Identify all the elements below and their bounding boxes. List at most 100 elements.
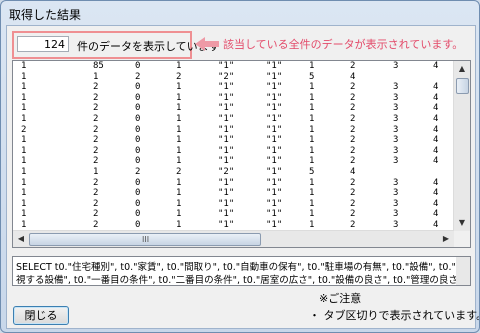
horizontal-scrollbar[interactable]: ◀ III ▶ — [13, 230, 454, 247]
table-cell: 1 — [176, 156, 182, 167]
table-cell: 1 — [21, 135, 27, 146]
table-cell: 0 — [135, 135, 141, 146]
table-cell: 0 — [135, 198, 141, 209]
results-dialog: 取得した結果 124 件のデータを表示しています 該当している全件のデータが表示… — [0, 0, 480, 333]
table-cell: 3 — [393, 103, 399, 114]
table-cell: 1 — [93, 166, 99, 177]
table-row[interactable]: 1 1 2 2 "2" "1" 5 4 — [13, 72, 453, 83]
table-cell: 1 — [176, 92, 182, 103]
table-cell: "1" — [266, 188, 283, 199]
table-cell: 3 — [393, 124, 399, 135]
table-cell: 2 — [350, 156, 356, 167]
table-cell: 3 — [393, 92, 399, 103]
table-cell: 2 — [176, 166, 182, 177]
table-cell: "1" — [218, 61, 235, 71]
table-row[interactable]: 1201"1""1"12344 — [13, 114, 453, 125]
table-row[interactable]: 1201"1""1"12344 — [13, 188, 453, 199]
table-cell: 0 — [135, 188, 141, 199]
notes-panel: ※ご注意 ・ タブ区切りで表示されています。 — [307, 289, 479, 323]
table-cell: 4 — [433, 103, 439, 114]
table-cell: 1 — [21, 156, 27, 167]
table-cell: 3 — [393, 177, 399, 188]
table-cell: 2 — [21, 124, 27, 135]
table-row[interactable]: 1201"1""1"12344 — [13, 199, 453, 210]
table-row[interactable]: 2201"1""1"12344 — [13, 125, 453, 136]
table-cell: 1 — [176, 219, 182, 230]
table-cell: 2 — [135, 71, 141, 82]
table-cell: 2 — [350, 113, 356, 124]
table-cell: 4 — [433, 177, 439, 188]
table-cell: "2" — [218, 71, 235, 82]
table-cell: 4 — [350, 71, 356, 82]
table-cell: "2" — [218, 166, 235, 177]
table-cell: 2 — [93, 135, 99, 146]
table-row[interactable]: 1201"1""1"12344 — [13, 220, 453, 231]
table-cell: 1 — [21, 209, 27, 220]
scroll-left-icon[interactable]: ◀ — [14, 232, 28, 246]
table-cell: 2 — [350, 82, 356, 93]
vertical-scroll-thumb[interactable] — [456, 78, 469, 94]
table-row[interactable]: 1201"1""1"12344 — [13, 209, 453, 220]
close-button[interactable]: 閉じる — [13, 306, 69, 325]
notes-title: ※ご注意 — [319, 292, 362, 305]
table-cell: 2 — [93, 82, 99, 93]
results-table[interactable]: 18501"1""1"123441122"2""1"541201"1""1"12… — [12, 60, 471, 248]
table-cell: 1 — [309, 113, 315, 124]
table-row[interactable]: 1201"1""1"12344 — [13, 156, 453, 167]
table-row[interactable]: 1201"1""1"12344 — [13, 93, 453, 104]
table-cell: 3 — [393, 219, 399, 230]
table-cell: 1 — [21, 188, 27, 199]
sql-scrollbar[interactable] — [456, 257, 470, 285]
horizontal-scroll-thumb[interactable]: III — [29, 233, 261, 246]
table-row[interactable]: 18501"1""1"12344 — [13, 61, 453, 72]
table-row[interactable]: 1201"1""1"12344 — [13, 146, 453, 157]
table-cell: 2 — [350, 145, 356, 156]
table-cell: 1 — [176, 61, 182, 71]
scroll-right-icon[interactable]: ▶ — [439, 232, 453, 246]
table-cell: 3 — [393, 188, 399, 199]
table-cell: 2 — [350, 124, 356, 135]
table-cell: "1" — [218, 135, 235, 146]
table-cell: 2 — [93, 209, 99, 220]
table-cell: 1 — [21, 219, 27, 230]
table-cell: "1" — [218, 209, 235, 220]
table-row[interactable]: 1 1 2 2 "2" "1" 5 4 — [13, 167, 453, 178]
table-cell: 4 — [433, 124, 439, 135]
table-row[interactable]: 1201"1""1"12344 — [13, 82, 453, 93]
table-cell: 2 — [176, 71, 182, 82]
table-cell: 1 — [21, 82, 27, 93]
table-cell: 1 — [176, 103, 182, 114]
sql-query-box[interactable]: SELECT t0."住宅種別", t0."家賃", t0."間取り", t0.… — [12, 256, 471, 286]
table-cell: 2 — [350, 209, 356, 220]
table-cell: 2 — [350, 219, 356, 230]
table-cell: 0 — [135, 113, 141, 124]
table-cell: "1" — [266, 61, 283, 71]
table-cell: 0 — [135, 145, 141, 156]
table-cell: 2 — [135, 166, 141, 177]
table-cell: 1 — [176, 124, 182, 135]
table-cell: 1 — [309, 145, 315, 156]
table-row[interactable]: 1201"1""1"12344 — [13, 178, 453, 189]
table-row[interactable]: 1201"1""1"12344 — [13, 135, 453, 146]
table-cell: 2 — [93, 113, 99, 124]
table-cell: "1" — [266, 166, 283, 177]
scroll-down-icon[interactable]: ▼ — [455, 216, 469, 230]
table-row[interactable]: 1201"1""1"12344 — [13, 103, 453, 114]
table-cell: 1 — [309, 177, 315, 188]
table-cell: 1 — [21, 71, 27, 82]
table-cell: "1" — [266, 103, 283, 114]
table-cell: "1" — [266, 124, 283, 135]
table-cell: 0 — [135, 156, 141, 167]
table-cell: 0 — [135, 103, 141, 114]
scroll-grip: III — [142, 235, 150, 244]
table-cell: 1 — [309, 209, 315, 220]
table-cell: 1 — [21, 145, 27, 156]
table-cell: 1 — [176, 198, 182, 209]
table-cell: "1" — [266, 135, 283, 146]
vertical-scrollbar[interactable]: ▲ ▼ — [453, 61, 470, 231]
table-cell: 3 — [393, 145, 399, 156]
table-cell: "1" — [218, 219, 235, 230]
table-cell: "1" — [266, 113, 283, 124]
table-cell: 5 — [309, 166, 315, 177]
scroll-up-icon[interactable]: ▲ — [455, 62, 469, 76]
